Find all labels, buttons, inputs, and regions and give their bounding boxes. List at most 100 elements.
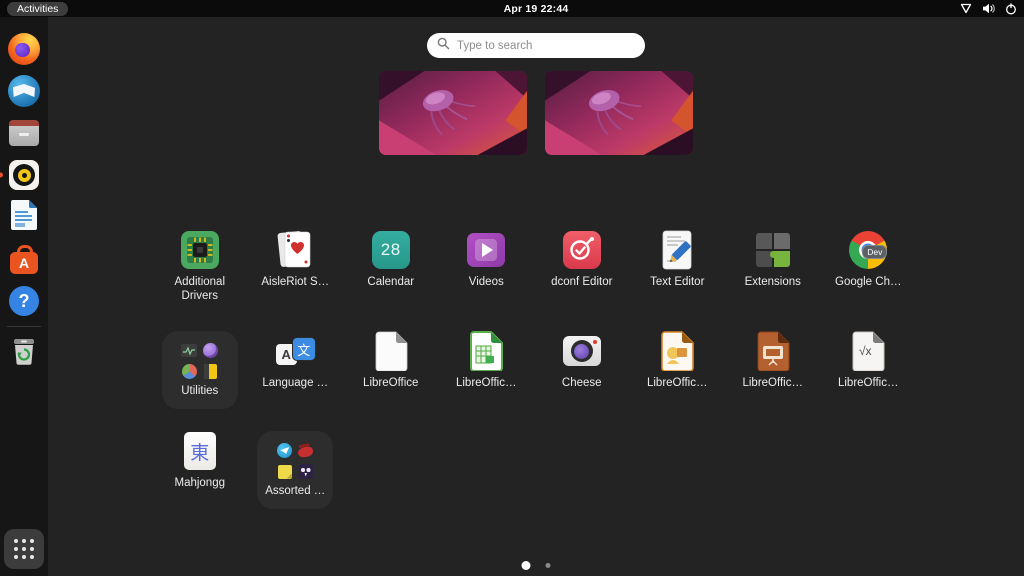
aisleriot-solitaire-icon: [275, 230, 315, 270]
app-label: LibreOffic…: [647, 377, 708, 391]
ubuntu-software-icon: A: [10, 252, 38, 274]
language-support-icon: A 文: [276, 338, 315, 365]
mahjongg-icon: 東: [184, 432, 216, 470]
thunderbird-icon: [8, 75, 40, 107]
yellow-utility-icon: [202, 363, 219, 380]
libreoffice-startcenter-icon: [371, 331, 411, 371]
system-monitor-icon: [181, 342, 198, 359]
workspace-thumbnail-1[interactable]: [379, 71, 527, 155]
clock-menu[interactable]: Apr 19 22:44: [504, 3, 569, 15]
dconf-editor-icon: [563, 231, 601, 269]
dock-item-thunderbird[interactable]: [4, 70, 44, 112]
power-icon: [1005, 3, 1017, 15]
app-label: Cheese: [562, 377, 602, 391]
rhythmbox-icon: [9, 160, 39, 190]
app-label: Google Ch…: [835, 276, 901, 290]
additional-drivers-icon: [180, 230, 220, 270]
app-label: dconf Editor: [551, 276, 612, 290]
dock-item-firefox[interactable]: [4, 28, 44, 70]
folder-label: Utilities: [181, 385, 218, 399]
cheese-icon: [563, 336, 601, 366]
libreoffice-impress-icon: [753, 331, 793, 371]
dock-item-help[interactable]: ?: [4, 280, 44, 322]
activities-button[interactable]: Activities: [7, 2, 68, 16]
search-input[interactable]: [457, 40, 627, 52]
app-label: Calendar: [367, 276, 414, 290]
sqrt-glyph: √x: [848, 331, 882, 371]
app-cheese[interactable]: Cheese: [534, 314, 630, 409]
app-aisleriot[interactable]: AisleRiot S…: [248, 213, 344, 304]
dock-item-ubuntu-software[interactable]: A: [4, 238, 44, 280]
dock-item-trash[interactable]: [4, 332, 44, 374]
app-label: Language …: [262, 377, 328, 391]
search-icon: [437, 37, 450, 55]
files-icon: [9, 120, 39, 146]
app-dconf-editor[interactable]: dconf Editor: [534, 213, 630, 304]
folder-utilities[interactable]: Utilities: [162, 331, 238, 409]
app-libreoffice-calc[interactable]: LibreOffic…: [439, 314, 535, 409]
firefox-icon: [8, 33, 40, 65]
videos-icon: [467, 233, 505, 267]
dash-dock: A ?: [0, 17, 48, 576]
overview-area: Additional Drivers AisleRiot S…: [48, 17, 1024, 576]
folder-assorted[interactable]: Assorted …: [257, 431, 333, 509]
cjk-glyph: 文: [293, 338, 315, 360]
telegram-icon: [276, 442, 293, 459]
google-chrome-dev-icon: Dev: [849, 231, 887, 269]
gnome-activities-overview: Activities Apr 19 22:44: [0, 0, 1024, 576]
extensions-icon: [755, 232, 791, 268]
app-additional-drivers[interactable]: Additional Drivers: [152, 213, 248, 304]
app-calendar[interactable]: 28 Calendar: [343, 213, 439, 304]
page-indicator: [522, 561, 551, 570]
dock-item-libreoffice-writer[interactable]: [4, 196, 44, 238]
workspace-thumbnail-2[interactable]: [545, 71, 693, 155]
search-bar[interactable]: [427, 33, 645, 58]
app-label: Videos: [469, 276, 504, 290]
trash-icon: [10, 336, 38, 371]
app-google-chrome-dev[interactable]: Dev Google Ch…: [821, 213, 917, 304]
sticky-note-icon: [276, 463, 293, 480]
dock-item-rhythmbox[interactable]: [4, 154, 44, 196]
chrome-dev-badge: Dev: [862, 245, 887, 259]
app-mahjongg[interactable]: 東 Mahjongg: [152, 414, 248, 509]
show-applications-button[interactable]: [4, 529, 44, 569]
dock-separator: [7, 326, 41, 327]
libreoffice-math-icon: √x: [848, 331, 888, 371]
app-libreoffice-math[interactable]: √x LibreOffic…: [821, 314, 917, 409]
app-text-editor[interactable]: Text Editor: [630, 213, 726, 304]
folder-label: Assorted …: [265, 485, 325, 499]
help-icon: ?: [9, 286, 39, 316]
app-videos[interactable]: Videos: [439, 213, 535, 304]
app-language-support[interactable]: A 文 Language …: [248, 314, 344, 409]
system-status-menu[interactable]: [960, 0, 1017, 17]
volume-icon: [982, 3, 995, 14]
app-grid-icon: [14, 539, 34, 559]
purple-orb-icon: [202, 342, 219, 359]
page-dot-2[interactable]: [546, 563, 551, 568]
app-grid-row-3: 東 Mahjongg Assorted …: [152, 414, 920, 509]
app-label: Additional Drivers: [155, 276, 245, 304]
disk-usage-pie-icon: [181, 363, 198, 380]
red-app-icon: [297, 442, 314, 459]
app-libreoffice[interactable]: LibreOffice: [343, 314, 439, 409]
app-label: Text Editor: [650, 276, 704, 290]
app-label: LibreOffic…: [838, 377, 899, 391]
app-label: LibreOffic…: [456, 377, 517, 391]
libreoffice-writer-icon: [10, 199, 38, 236]
top-bar: Activities Apr 19 22:44: [0, 0, 1024, 17]
libreoffice-calc-icon: [466, 331, 506, 371]
app-label: Extensions: [745, 276, 801, 290]
calendar-icon: 28: [372, 231, 410, 269]
page-dot-1[interactable]: [522, 561, 531, 570]
app-label: AisleRiot S…: [261, 276, 329, 290]
libreoffice-draw-icon: [657, 331, 697, 371]
app-grid-row-2: Utilities A 文 Language …: [152, 314, 920, 409]
workspace-switcher: [379, 71, 693, 155]
network-icon: [960, 3, 972, 14]
app-libreoffice-draw[interactable]: LibreOffic…: [630, 314, 726, 409]
dock-item-files[interactable]: [4, 112, 44, 154]
app-libreoffice-impress[interactable]: LibreOffic…: [725, 314, 821, 409]
running-indicator: [0, 173, 3, 178]
app-extensions[interactable]: Extensions: [725, 213, 821, 304]
app-label: LibreOffic…: [742, 377, 803, 391]
